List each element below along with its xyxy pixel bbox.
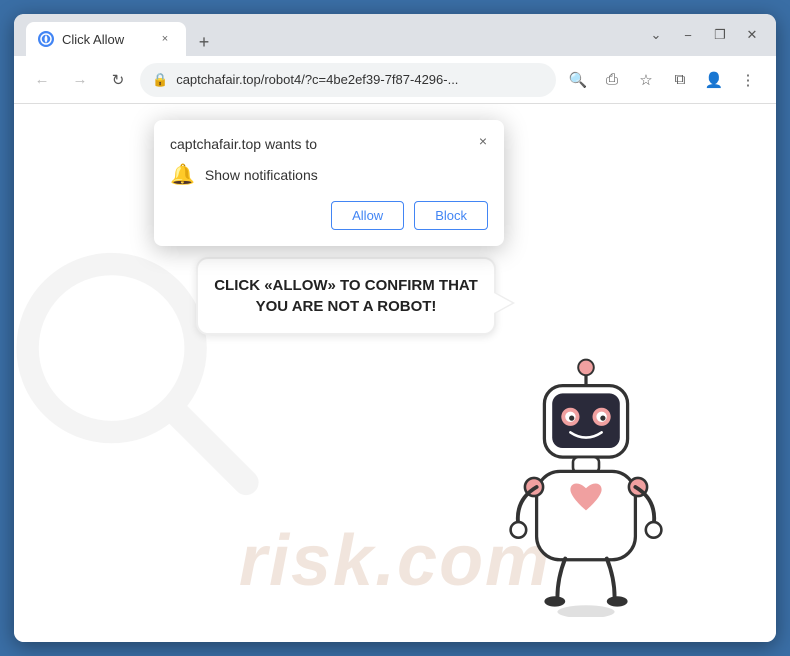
address-bar[interactable]: 🔒 captchafair.top/robot4/?c=4be2ef39-7f8… [140,63,556,97]
maximize-button[interactable]: ❐ [708,23,732,47]
minimize-button[interactable]: − [676,23,700,47]
active-tab[interactable]: Click Allow × [26,22,186,56]
nav-bar: ← → ↻ 🔒 captchafair.top/robot4/?c=4be2ef… [14,56,776,104]
share-button[interactable]: ⎙ [596,64,628,96]
notification-permission-label: Show notifications [205,167,318,183]
lock-icon: 🔒 [152,72,168,88]
robot-speech-bubble: CLICK «ALLOW» TO CONFIRM THAT YOU ARE NO… [196,257,496,335]
allow-button[interactable]: Allow [331,201,404,230]
back-button[interactable]: ← [26,64,58,96]
close-button[interactable]: ✕ [740,23,764,47]
account-button[interactable]: 👤 [698,64,730,96]
notification-popup: × captchafair.top wants to 🔔 Show notifi… [154,120,504,246]
tab-close-button[interactable]: × [156,30,174,48]
title-bar: Click Allow × + ⌄ − ❐ ✕ [14,14,776,56]
notification-permission-row: 🔔 Show notifications [170,162,488,187]
tab-title: Click Allow [62,32,148,47]
menu-button[interactable]: ⋮ [732,64,764,96]
tab-area: Click Allow × + [26,14,636,56]
new-tab-button[interactable]: + [190,28,218,56]
notification-site: captchafair.top wants to [170,136,488,152]
notification-close-button[interactable]: × [472,130,494,152]
page-content: risk.com CLICK «ALLOW» TO CONFIRM THAT Y… [14,104,776,642]
notification-buttons: Allow Block [170,201,488,230]
tab-favicon [38,31,54,47]
window-controls: ⌄ − ❐ ✕ [644,23,764,47]
robot-container: CLICK «ALLOW» TO CONFIRM THAT YOU ARE NO… [496,357,676,622]
address-text: captchafair.top/robot4/?c=4be2ef39-7f87-… [176,72,458,87]
refresh-button[interactable]: ↻ [102,64,134,96]
block-button[interactable]: Block [414,201,488,230]
nav-actions: 🔍 ⎙ ☆ ⧉ 👤 ⋮ [562,64,764,96]
collapse-button[interactable]: ⌄ [644,23,668,47]
bell-icon: 🔔 [170,162,195,187]
extensions-button[interactable]: ⧉ [664,64,696,96]
search-page-button[interactable]: 🔍 [562,64,594,96]
forward-button[interactable]: → [64,64,96,96]
browser-window: Click Allow × + ⌄ − ❐ ✕ ← → ↻ 🔒 captchaf… [14,14,776,642]
robot-image [496,357,676,617]
bookmark-button[interactable]: ☆ [630,64,662,96]
